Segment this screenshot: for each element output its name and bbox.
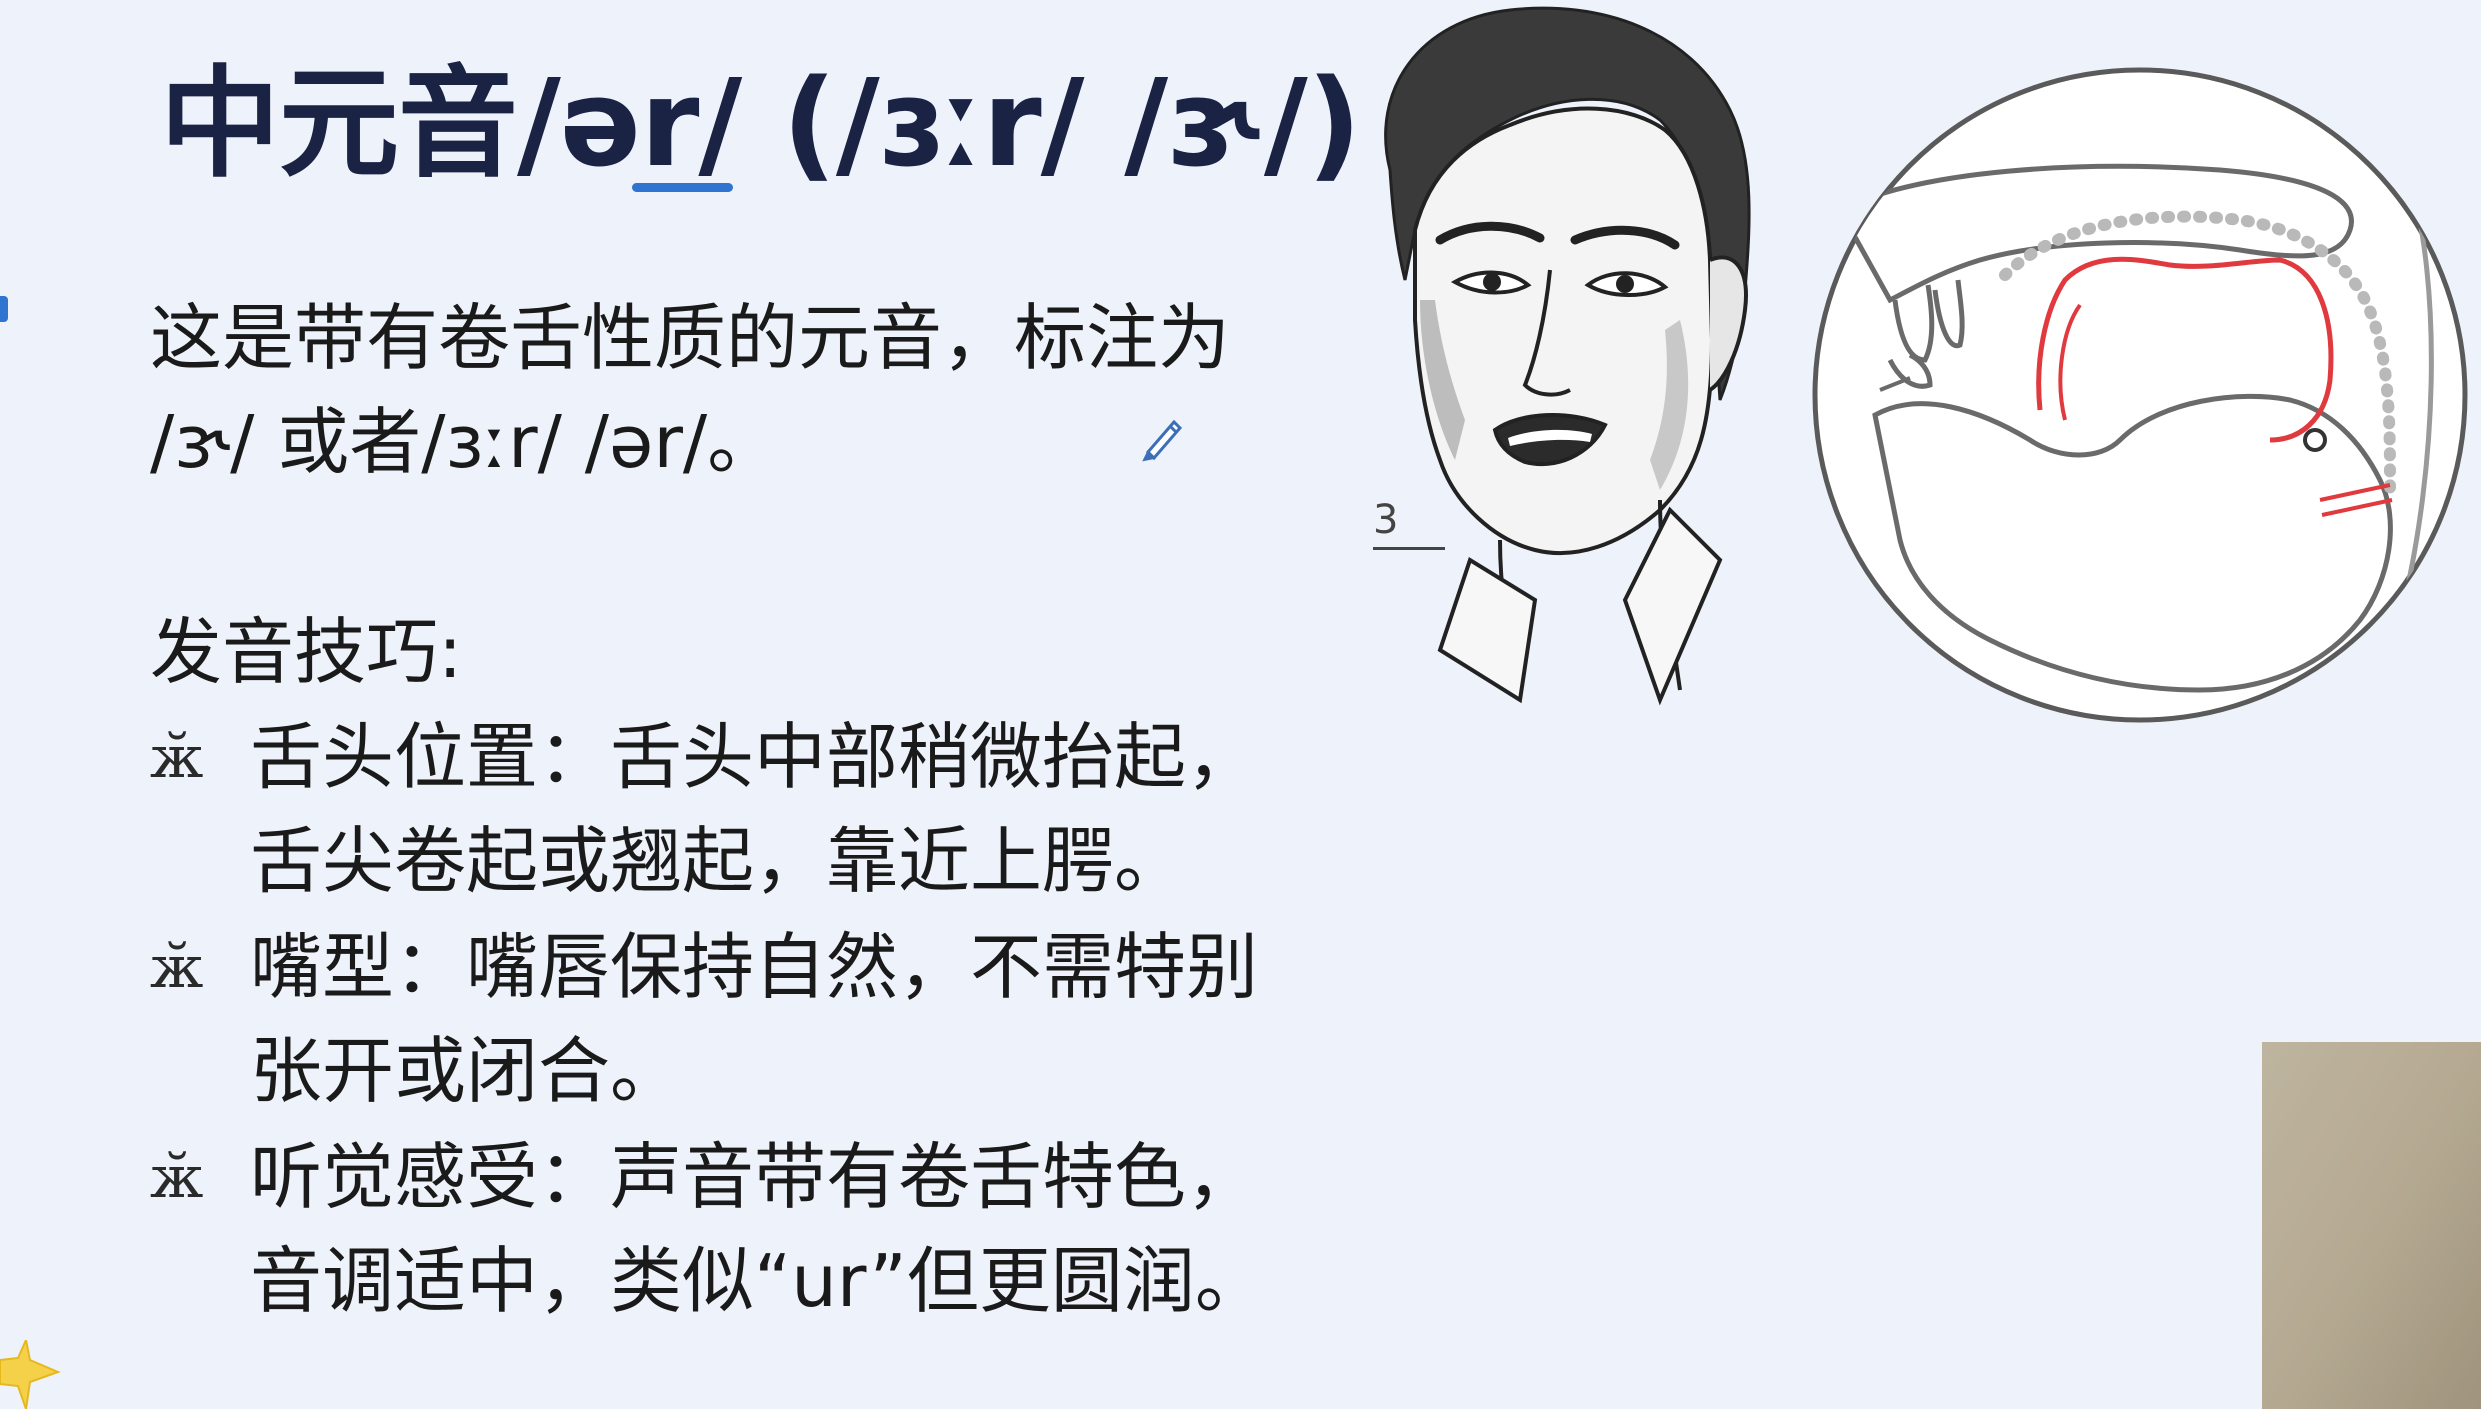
- webcam-feed: [2262, 1042, 2481, 1409]
- slide-edge-accent: [0, 296, 8, 322]
- webcam-overlay: [2262, 1042, 2481, 1409]
- tip-bullet: ӂ: [150, 1143, 204, 1211]
- star-icon: [0, 1340, 61, 1409]
- tip-line: 张开或闭合。: [250, 1029, 683, 1113]
- tip-bullet: ӂ: [150, 723, 204, 791]
- title-suffix: (/ɜːr/ /ɝ/): [741, 55, 1362, 194]
- tip-item: ӂ 舌头位置：舌头中部稍微抬起， 舌尖卷起或翘起，靠近上腭。: [150, 705, 1258, 913]
- slide: 中元音/ər/ (/ɜːr/ /ɝ/) 这是带有卷舌性质的元音，标注为 /ɝ/ …: [0, 0, 2481, 1409]
- pen-icon[interactable]: [1140, 412, 1186, 462]
- tip-line: 听觉感受：声音带有卷舌特色，: [250, 1135, 1259, 1219]
- intro-line-2: /ɝ/ 或者/ɜːr/ /ər/。: [150, 400, 780, 484]
- tip-line: 舌尖卷起或翘起，靠近上腭。: [250, 819, 1187, 903]
- title-prefix: 中元音/ə: [160, 55, 641, 194]
- intro-paragraph: 这是带有卷舌性质的元音，标注为 /ɝ/ 或者/ɜːr/ /ər/。: [150, 286, 1230, 494]
- tip-item: ӂ 嘴型：嘴唇保持自然，不需特别 张开或闭合。: [150, 915, 1258, 1123]
- tip-line: 音调适中，类似“ur”但更圆润。: [250, 1239, 1267, 1323]
- intro-line-1: 这是带有卷舌性质的元音，标注为: [150, 296, 1231, 380]
- tip-bullet: ӂ: [150, 933, 204, 1001]
- face-illustration: [1384, 6, 1751, 706]
- title-underlined: r/: [632, 40, 742, 210]
- figure-number-rule: [1373, 547, 1445, 550]
- figure-number: 3: [1373, 497, 1399, 543]
- tips-heading: 发音技巧:: [150, 610, 463, 694]
- tip-line: 嘴型：嘴唇保持自然，不需特别: [250, 925, 1259, 1009]
- mouth-cross-section-illustration: [1812, 67, 2468, 723]
- slide-title: 中元音/ər/ (/ɜːr/ /ɝ/): [160, 40, 1362, 210]
- tip-item: ӂ 听觉感受：声音带有卷舌特色， 音调适中，类似“ur”但更圆润。: [150, 1125, 1267, 1333]
- tip-line: 舌头位置：舌头中部稍微抬起，: [250, 715, 1259, 799]
